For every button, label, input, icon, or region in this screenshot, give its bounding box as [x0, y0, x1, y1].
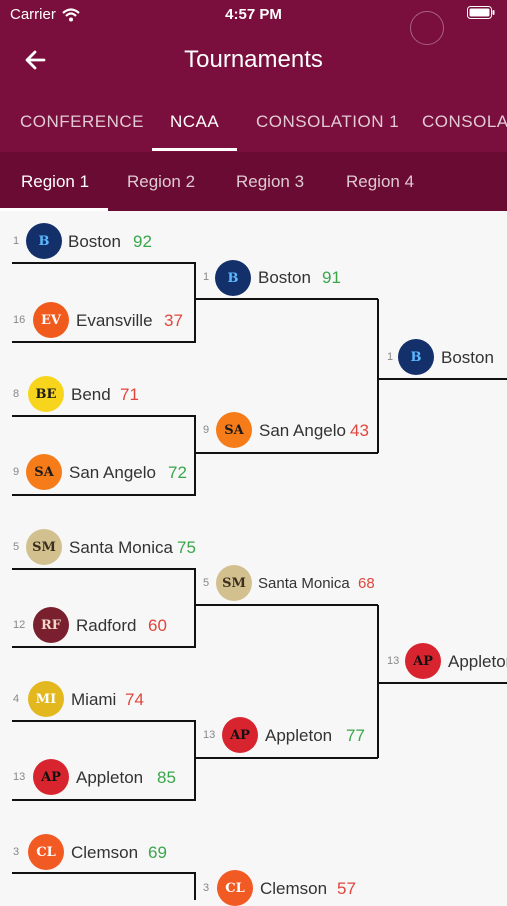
seed-label: 13	[13, 771, 26, 783]
team-logo-icon: CL	[28, 834, 64, 870]
seed-label: 1	[203, 271, 210, 283]
team-logo-icon: SA	[26, 454, 62, 490]
seed-label: 13	[203, 729, 216, 741]
seed-label: 8	[13, 388, 20, 400]
team-score: 68	[358, 575, 375, 592]
team-logo-icon: BE	[28, 376, 64, 412]
team-name: Appleton	[76, 768, 144, 787]
team-name: Evansville	[76, 311, 153, 330]
team-logo-icon: CL	[217, 870, 253, 906]
tab-region-2[interactable]: Region 2	[127, 172, 195, 192]
team-name: Santa Monica	[69, 538, 173, 557]
tab-region-3[interactable]: Region 3	[236, 172, 304, 192]
tab-ncaa[interactable]: NCAA	[170, 112, 219, 132]
team-score: 85	[157, 768, 176, 787]
seed-label: 16	[13, 314, 26, 326]
team-score: 75	[177, 538, 196, 557]
app-header: Carrier 4:57 PM Tournaments CONFERENCE N…	[0, 0, 507, 211]
team-logo-icon: B	[215, 260, 251, 296]
team-logo-icon: SM	[26, 529, 62, 565]
team-logo-icon: MI	[28, 681, 64, 717]
seed-label: 5	[203, 577, 210, 589]
team-logo-icon: SM	[216, 565, 252, 601]
team-name: Boston	[441, 348, 494, 367]
tab-active-indicator	[152, 148, 237, 151]
team-logo-icon: AP	[33, 759, 69, 795]
team-logo-icon: AP	[405, 643, 441, 679]
team-logo-icon: SA	[216, 412, 252, 448]
region-tabs: Region 1 Region 2 Region 3 Region 4	[0, 152, 507, 211]
team-name: Boston	[68, 232, 121, 251]
team-score: 43	[350, 421, 369, 440]
bracket: 1 B Boston 92 16 EV Evansville 37 8 BE B…	[0, 211, 507, 906]
seed-label: 5	[13, 541, 20, 553]
seed-label: 1	[13, 235, 20, 247]
team-name: Clemson	[71, 843, 139, 862]
team-name: Clemson	[260, 879, 328, 898]
page-title: Tournaments	[184, 46, 323, 73]
tab-consolation-2[interactable]: CONSOLAT	[422, 112, 507, 132]
team-score: 74	[125, 690, 144, 709]
tournament-tabs: CONFERENCE NCAA CONSOLATION 1 CONSOLAT	[0, 100, 507, 152]
team-score: 69	[148, 843, 167, 862]
team-score: 72	[168, 463, 187, 482]
seed-label: 3	[13, 846, 20, 858]
team-score: 60	[148, 616, 167, 635]
team-name: Radford	[76, 616, 137, 635]
battery-icon	[467, 6, 495, 19]
team-name: San Angelo	[69, 463, 156, 482]
seed-label: 3	[203, 882, 210, 894]
team-name: Appleton	[448, 652, 507, 671]
team-score: 57	[337, 879, 356, 898]
tab-conference[interactable]: CONFERENCE	[20, 112, 144, 132]
seed-label: 13	[387, 655, 400, 667]
team-score: 71	[120, 385, 139, 404]
team-name: Miami	[71, 690, 117, 709]
seed-label: 12	[13, 619, 26, 631]
team-name: Santa Monica	[258, 575, 350, 592]
team-name: San Angelo	[259, 421, 346, 440]
tab-region-1[interactable]: Region 1	[21, 172, 89, 192]
seed-label: 4	[13, 693, 20, 705]
team-logo-icon: B	[26, 223, 62, 259]
overlay-circle-button[interactable]	[410, 11, 444, 45]
tab-consolation-1[interactable]: CONSOLATION 1	[256, 112, 399, 132]
team-name: Bend	[71, 385, 111, 404]
seed-label: 1	[387, 351, 394, 363]
team-score: 37	[164, 311, 183, 330]
seed-label: 9	[13, 466, 20, 478]
team-logo-icon: B	[398, 339, 434, 375]
team-score: 92	[133, 232, 152, 251]
team-score: 77	[346, 726, 365, 745]
team-score: 91	[322, 268, 341, 287]
team-logo-icon: RF	[33, 607, 69, 643]
tab-region-4[interactable]: Region 4	[346, 172, 414, 192]
team-name: Appleton	[265, 726, 333, 745]
seed-label: 9	[203, 424, 210, 436]
team-logo-icon: EV	[33, 302, 69, 338]
team-logo-icon: AP	[222, 717, 258, 753]
team-name: Boston	[258, 268, 311, 287]
